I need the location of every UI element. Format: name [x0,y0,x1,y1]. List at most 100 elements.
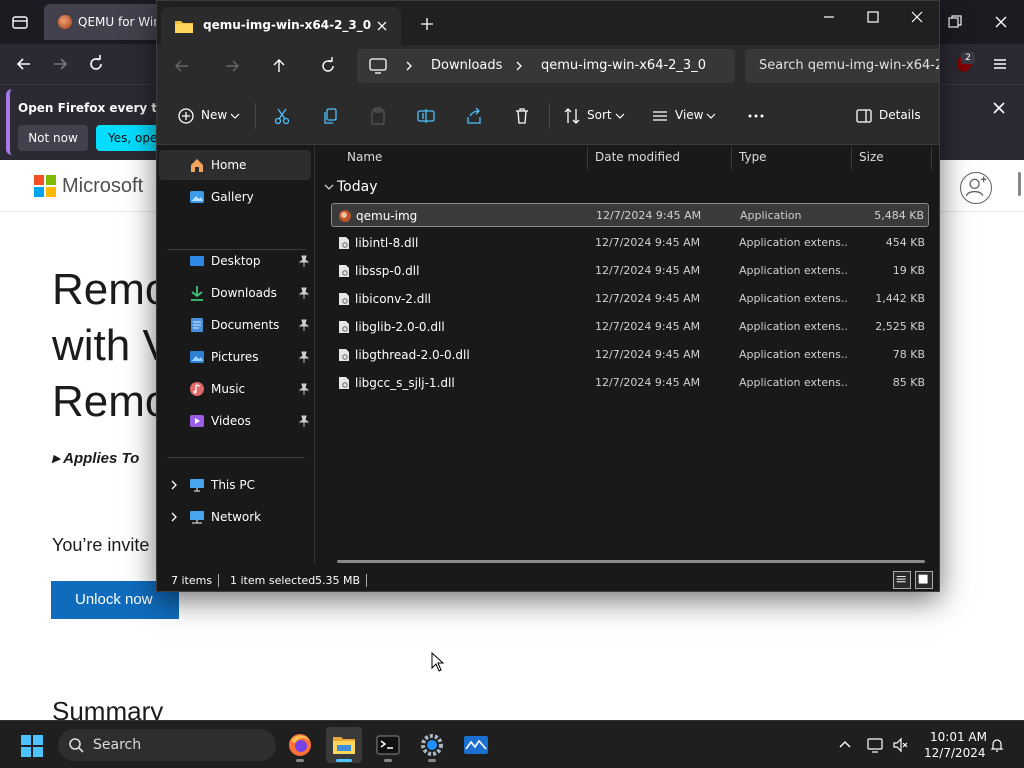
new-plus-icon[interactable] [177,107,195,125]
cut-icon[interactable] [273,107,291,125]
column-resize-handle[interactable] [731,146,732,170]
pin-icon[interactable] [299,351,309,363]
chevron-down-icon[interactable] [705,107,717,125]
notification-bell-icon[interactable] [988,736,1006,754]
column-header-name[interactable]: Name [347,150,382,164]
chevron-right-icon[interactable] [169,511,179,523]
minimize-icon[interactable] [819,7,839,27]
horizontal-scrollbar[interactable] [337,560,925,563]
file-row[interactable]: qemu-img 12/7/2024 9:45 AM Application 5,48… [331,203,929,227]
microsoft-logo-icon[interactable] [34,175,56,197]
pin-icon[interactable] [299,415,309,427]
hamburger-menu-icon[interactable] [990,54,1010,74]
details-pane-icon[interactable] [855,107,873,125]
column-resize-handle[interactable] [931,146,932,170]
close-tab-icon[interactable] [375,19,389,33]
chevron-down-icon[interactable] [229,107,241,125]
list-all-tabs-icon[interactable] [11,13,29,31]
view-button-label[interactable]: View [675,108,703,122]
not-now-button[interactable]: Not now [18,125,88,151]
refresh-icon[interactable] [319,57,337,75]
chevron-right-icon[interactable] [169,479,179,491]
details-button-label[interactable]: Details [879,108,921,122]
yes-open-button[interactable]: Yes, open [96,125,156,151]
up-arrow-icon[interactable] [270,57,288,75]
browser-tab[interactable]: QEMU for Windows [44,4,164,40]
reload-icon[interactable] [86,54,106,74]
clock-time[interactable]: 10:01 AM [930,730,987,744]
nav-item-network[interactable]: Network [159,502,311,532]
copy-icon[interactable] [321,107,339,125]
chevron-up-icon[interactable] [836,736,854,754]
settings-taskbar-button[interactable] [414,727,450,763]
pin-icon[interactable] [299,383,309,395]
breadcrumb-current-folder[interactable]: qemu-img-win-x64-2_3_0 [541,58,706,73]
chevron-down-icon[interactable] [614,107,626,125]
column-header-type[interactable]: Type [739,150,767,164]
nav-item-pictures[interactable]: Pictures [159,342,311,372]
close-icon[interactable] [907,7,927,27]
microsoft-brand[interactable]: Microsoft [62,175,143,198]
maximize-icon[interactable] [863,7,883,27]
more-options-icon[interactable] [747,107,765,125]
nav-item-home[interactable]: Home [159,150,311,180]
page-scrollbar[interactable] [1018,172,1021,196]
volume-muted-icon[interactable] [892,736,910,754]
file-row[interactable]: libgthread-2.0-0.dll 12/7/2024 9:45 AM App… [331,343,929,367]
nav-item-videos[interactable]: Videos [159,406,311,436]
restore-window-icon[interactable] [946,13,964,31]
view-icon[interactable] [651,107,669,125]
address-path[interactable]: Downloads qemu-img-win-x64-2_3_0 [357,49,735,83]
file-row[interactable]: libgcc_s_sjlj-1.dll 12/7/2024 9:45 AM Appl… [331,371,929,395]
file-row[interactable]: libiconv-2.dll 12/7/2024 9:45 AM Applicati… [331,287,929,311]
pin-icon[interactable] [299,319,309,331]
file-row[interactable]: libglib-2.0-0.dll 12/7/2024 9:45 AM Applic… [331,315,929,339]
file-row[interactable]: libintl-8.dll 12/7/2024 9:45 AM Applicatio… [331,231,929,255]
file-row[interactable]: libssp-0.dll 12/7/2024 9:45 AM Application… [331,259,929,283]
nav-item-music[interactable]: Music [159,374,311,404]
forward-arrow-icon[interactable] [50,54,70,74]
tiles-view-icon[interactable] [915,571,933,589]
sort-icon[interactable] [563,107,581,125]
chevron-right-icon[interactable] [403,59,415,73]
details-view-icon[interactable] [893,571,911,589]
clock-date[interactable]: 12/7/2024 [924,746,986,760]
pin-icon[interactable] [299,255,309,267]
nav-item-downloads[interactable]: Downloads [159,278,311,308]
paste-icon[interactable] [369,107,387,125]
pin-icon[interactable] [299,287,309,299]
column-header-size[interactable]: Size [859,150,884,164]
windows-start-icon[interactable] [20,734,44,758]
nav-item-documents[interactable]: Documents [159,310,311,340]
terminal-taskbar-button[interactable] [370,727,406,763]
share-icon[interactable] [465,107,483,125]
new-tab-icon[interactable] [419,16,435,32]
column-header-date[interactable]: Date modified [595,150,680,164]
close-window-icon[interactable] [992,13,1010,31]
group-header-today[interactable]: Today [337,179,378,195]
nav-item-gallery[interactable]: Gallery [159,182,311,212]
firefox-taskbar-button[interactable] [282,727,318,763]
breadcrumb-downloads[interactable]: Downloads [431,58,502,73]
delete-icon[interactable] [513,107,531,125]
file-explorer-taskbar-button[interactable] [326,727,362,763]
monitor-app-taskbar-button[interactable] [458,727,494,763]
taskbar-search[interactable]: Search [58,729,276,761]
column-resize-handle[interactable] [587,146,588,170]
back-arrow-icon[interactable] [173,57,191,75]
new-button-label[interactable]: New [201,108,227,122]
applies-to-toggle[interactable]: ▸ Applies To [52,449,139,467]
chevron-right-icon[interactable] [513,59,525,73]
sort-button-label[interactable]: Sort [587,108,612,122]
search-input[interactable]: Search qemu-img-win-x64-2_3_0 [745,49,939,83]
column-resize-handle[interactable] [851,146,852,170]
nav-item-this-pc[interactable]: This PC [159,470,311,500]
close-notice-icon[interactable] [990,99,1008,117]
back-arrow-icon[interactable] [14,54,34,74]
chevron-down-icon[interactable] [323,182,335,192]
rename-icon[interactable] [417,107,435,125]
forward-arrow-icon[interactable] [223,57,241,75]
explorer-tab[interactable]: qemu-img-win-x64-2_3_0 [161,7,401,45]
network-status-icon[interactable] [866,736,884,754]
account-icon[interactable] [960,172,992,204]
